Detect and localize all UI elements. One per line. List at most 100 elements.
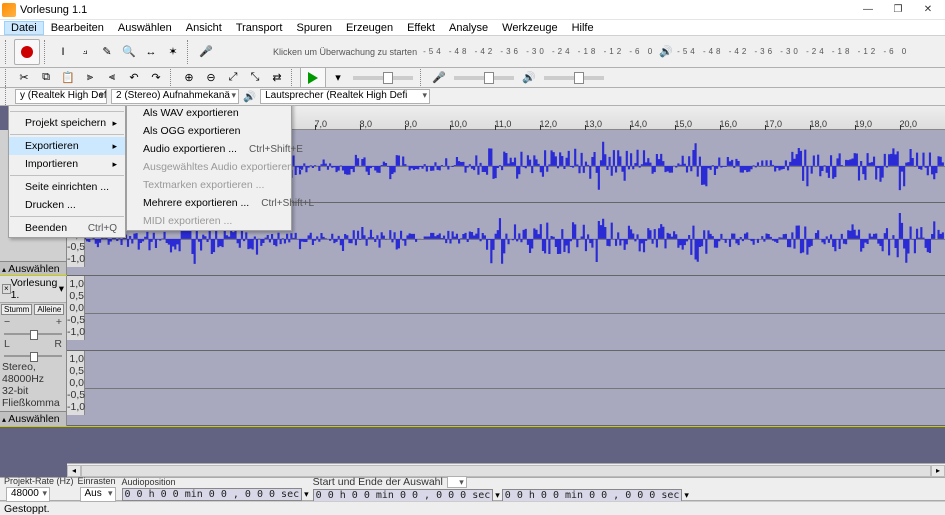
project-rate-label: Projekt-Rate (Hz) (4, 476, 74, 486)
fit-selection-icon[interactable]: ⤢ (223, 68, 243, 88)
menu-item[interactable]: Drucken ... (9, 196, 125, 214)
menu-datei[interactable]: Datei (4, 21, 44, 35)
workspace: 2,03,04,05,06,07,08,09,010,011,012,013,0… (0, 106, 945, 477)
fit-project-icon[interactable]: ⤡ (245, 68, 265, 88)
draw-tool-icon[interactable]: ✎ (97, 42, 117, 62)
silence-icon[interactable]: ⫷ (102, 68, 122, 88)
zoom-toggle-icon[interactable]: ⇄ (267, 68, 287, 88)
selection-toolbar: Projekt-Rate (Hz) 48000 Einrasten Aus Au… (0, 477, 945, 501)
cut-icon[interactable]: ✂ (14, 68, 34, 88)
zoom-out-icon[interactable]: ⊖ (201, 68, 221, 88)
paste-icon[interactable]: 📋 (58, 68, 78, 88)
play-meter-scale: -54 -48 -42 -36 -30 -24 -18 -12 -6 0 (677, 47, 909, 56)
select-track-button[interactable]: ▴ Auswählen (0, 411, 66, 426)
pan-slider[interactable] (4, 352, 62, 358)
menu-item[interactable]: MIDI exportieren ... (127, 212, 291, 230)
menu-item[interactable]: Als OGG exportieren (127, 122, 291, 140)
menu-auswaehlen[interactable]: Auswählen (111, 21, 179, 35)
menu-werkzeuge[interactable]: Werkzeuge (495, 21, 564, 35)
select-track-button[interactable]: ▴ Auswählen (0, 261, 66, 276)
menu-item[interactable]: Seite einrichten ... (9, 178, 125, 196)
menu-erzeugen[interactable]: Erzeugen (339, 21, 400, 35)
scroll-left-icon[interactable]: ◂ (67, 465, 81, 477)
minimize-button[interactable]: — (853, 1, 883, 19)
meter-scale: -54 -48 -42 -36 -30 -24 -18 -12 -6 0 (423, 47, 655, 56)
selection-mode-combo[interactable] (447, 476, 467, 488)
undo-icon[interactable]: ↶ (124, 68, 144, 88)
amplitude-scale: 1,00,50,0-0,5-1,0 (67, 351, 85, 415)
file-menu-dropdown[interactable]: NeuCtrl+NÖffnen ...Ctrl+OZuletzt geöffne… (8, 106, 126, 238)
track-format: Stereo, 48000Hz32-bit Fließkomma (0, 359, 66, 411)
grip-icon (187, 40, 192, 64)
app-icon (2, 3, 16, 17)
menu-item[interactable]: Ausgewähltes Audio exportieren ... (127, 158, 291, 176)
meter-hint[interactable]: Klicken um Überwachung zu starten (273, 47, 417, 57)
snap-combo[interactable]: Aus (80, 487, 116, 502)
statusbar: Gestoppt. (0, 501, 945, 515)
close-track-button[interactable]: × (2, 284, 11, 294)
export-submenu-dropdown[interactable]: Als MP3 exportierenAls WAV exportierenAl… (126, 106, 292, 231)
menu-item[interactable]: Exportieren (9, 137, 125, 155)
zoom-tool-icon[interactable]: 🔍 (119, 42, 139, 62)
menu-hilfe[interactable]: Hilfe (565, 21, 601, 35)
audio-position-field[interactable]: 0 0 h 0 0 min 0 0 , 0 0 0 sec (122, 488, 303, 501)
audio-host-combo[interactable]: y (Realtek High Def (15, 89, 107, 104)
menu-spuren[interactable]: Spuren (289, 21, 338, 35)
toolbar-row2: ✂ ⧉ 📋 ⫸ ⫷ ↶ ↷ ⊕ ⊖ ⤢ ⤡ ⇄ ▾ 🎤 🔊 (0, 68, 945, 88)
selection-tool-icon[interactable]: I (53, 42, 73, 62)
amplitude-scale: 1,00,50,0-0,5-1,0 (67, 276, 85, 340)
waveform-channel-right[interactable]: 1,00,50,0-0,5-1,0 (67, 351, 945, 426)
menu-ansicht[interactable]: Ansicht (179, 21, 229, 35)
envelope-tool-icon[interactable]: ⟓ (75, 42, 95, 62)
mute-button[interactable]: Stumm (1, 304, 32, 315)
audio-track-2: × Vorlesung 1. ▾ StummAlleine −+ LR Ster… (0, 276, 945, 426)
multi-tool-icon[interactable]: ✶ (163, 42, 183, 62)
menu-item[interactable]: Als WAV exportieren (127, 106, 291, 122)
menu-effekt[interactable]: Effekt (400, 21, 442, 35)
redo-icon[interactable]: ↷ (146, 68, 166, 88)
toolbar: I ⟓ ✎ 🔍 ↔ ✶ 🎤 Klicken um Überwachung zu … (0, 36, 945, 68)
copy-icon[interactable]: ⧉ (36, 68, 56, 88)
play-speed-dropdown-icon[interactable]: ▾ (328, 68, 348, 88)
menu-item[interactable]: BeendenCtrl+Q (9, 219, 125, 237)
scroll-right-icon[interactable]: ▸ (931, 465, 945, 477)
horizontal-scrollbar[interactable]: ◂ ▸ (67, 463, 945, 477)
snap-label: Einrasten (78, 476, 118, 486)
trim-icon[interactable]: ⫸ (80, 68, 100, 88)
track-menu-icon[interactable]: ▾ (59, 283, 64, 295)
zoom-in-icon[interactable]: ⊕ (179, 68, 199, 88)
track-header[interactable]: × Vorlesung 1. ▾ StummAlleine −+ LR Ster… (0, 276, 67, 426)
project-rate-combo[interactable]: 48000 (6, 487, 50, 502)
maximize-button[interactable]: ❐ (883, 1, 913, 19)
menu-analyse[interactable]: Analyse (442, 21, 495, 35)
play-button[interactable] (300, 68, 326, 88)
recording-volume-slider[interactable] (454, 76, 514, 80)
speaker-icon: 🔊 (656, 42, 676, 62)
menu-item[interactable]: Importieren (9, 155, 125, 173)
grip-icon (170, 68, 175, 88)
timeshift-tool-icon[interactable]: ↔ (141, 42, 161, 62)
playback-speed-slider[interactable] (353, 76, 413, 80)
menu-item[interactable]: Audio exportieren ...Ctrl+Shift+E (127, 140, 291, 158)
playback-volume-slider[interactable] (544, 76, 604, 80)
grip-icon (5, 85, 10, 109)
record-button[interactable] (14, 39, 40, 65)
speaker-icon: 🔊 (519, 68, 539, 88)
audio-position-label: Audioposition (122, 477, 309, 487)
menu-transport[interactable]: Transport (229, 21, 290, 35)
recording-device-combo[interactable]: 2 (Stereo) Aufnahmekanä (111, 89, 239, 104)
selection-range-label: Start und Ende der Auswahl (313, 476, 443, 488)
menu-bearbeiten[interactable]: Bearbeiten (44, 21, 111, 35)
solo-button[interactable]: Alleine (34, 304, 64, 315)
gain-slider[interactable] (4, 330, 62, 336)
close-button[interactable]: ✕ (913, 1, 943, 19)
menu-item[interactable]: Textmarken exportieren ... (127, 176, 291, 194)
window-title: Vorlesung 1.1 (20, 4, 853, 16)
mic-icon: 🎤 (429, 68, 449, 88)
menu-item[interactable]: SchließenCtrl+W (9, 106, 125, 109)
menu-item[interactable]: Mehrere exportieren ...Ctrl+Shift+L (127, 194, 291, 212)
menu-item[interactable]: Projekt speichern (9, 114, 125, 132)
status-text: Gestoppt. (4, 503, 50, 515)
waveform-channel-left[interactable]: 1,00,50,0-0,5-1,0 (67, 276, 945, 351)
playback-device-combo[interactable]: Lautsprecher (Realtek High Defi (260, 89, 430, 104)
